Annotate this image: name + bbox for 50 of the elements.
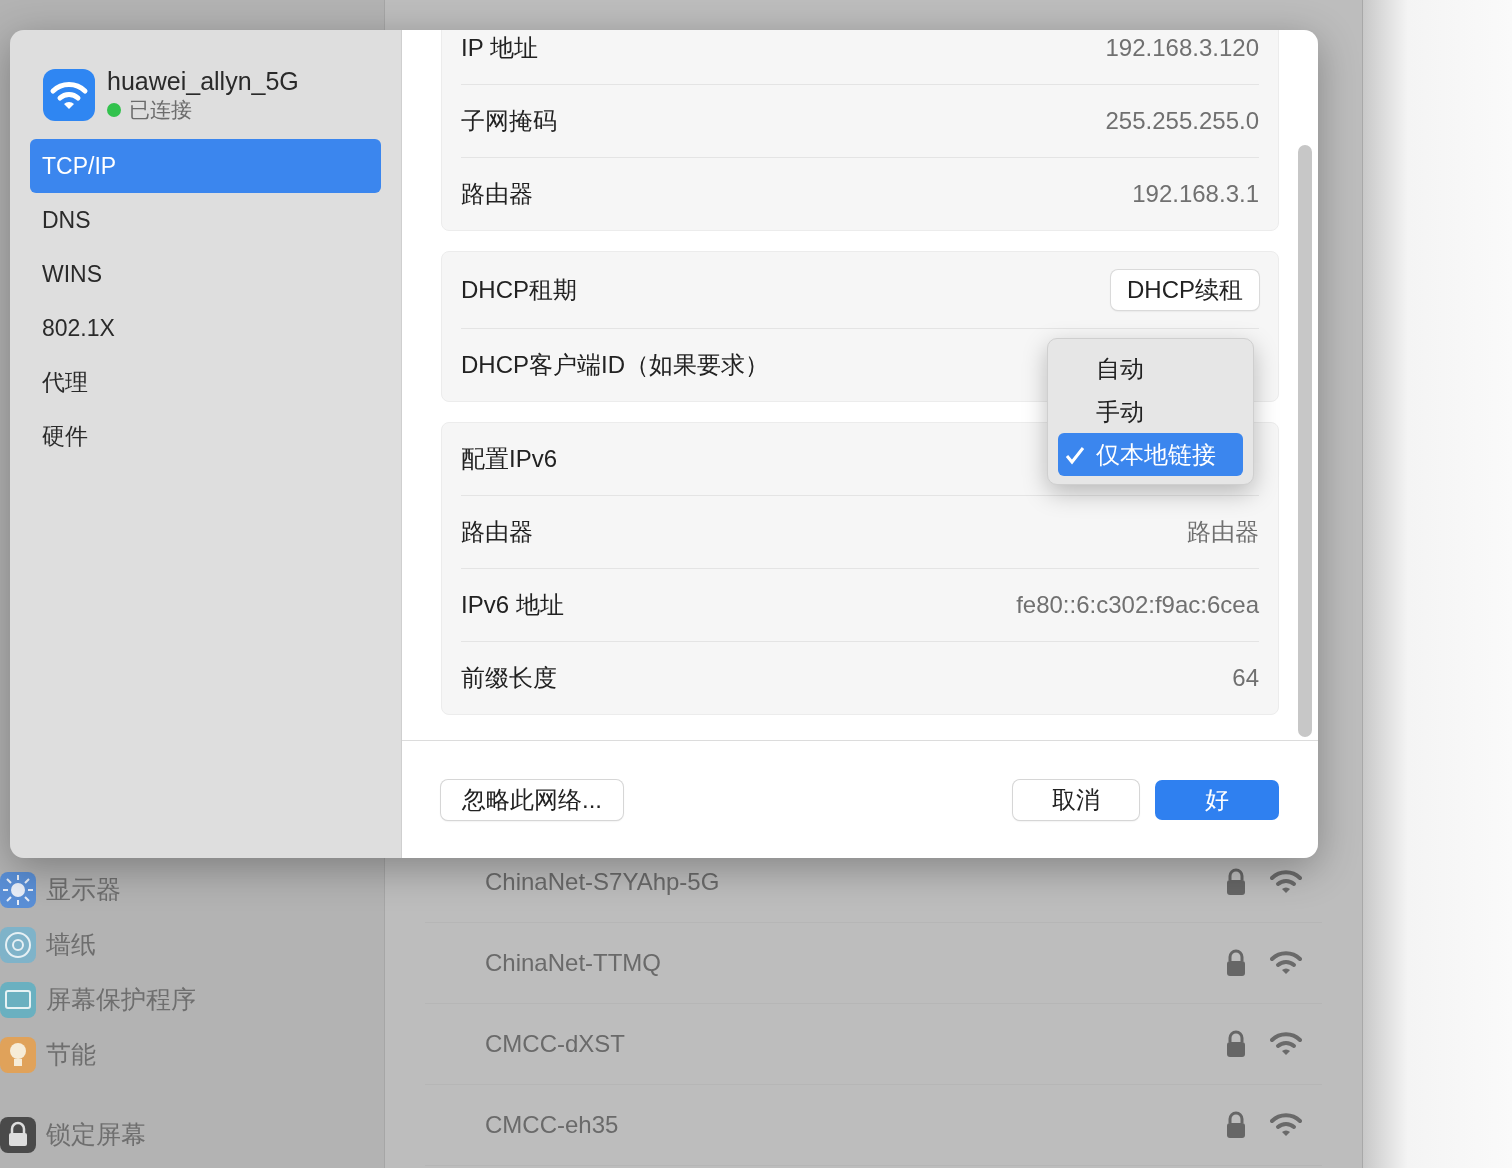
renew-dhcp-button[interactable]: DHCP续租 (1111, 270, 1259, 310)
sidebar-tab[interactable]: DNS (30, 193, 381, 247)
sidebar-item[interactable]: 显示器 (46, 873, 121, 906)
sidebar-item[interactable]: 屏幕保护程序 (46, 983, 196, 1016)
row-label: DHCP租期 (461, 275, 577, 305)
wifi-icon (1270, 950, 1302, 976)
settings-category-icon (0, 1116, 36, 1153)
menu-item[interactable]: 仅本地链接 (1058, 433, 1243, 476)
row-value: 192.168.3.1 (1132, 180, 1259, 208)
connection-status: 已连接 (129, 97, 192, 123)
row-value: 64 (1232, 664, 1259, 692)
row-label: 配置IPv6 (461, 444, 558, 474)
sidebar-tab[interactable]: TCP/IP (30, 139, 381, 193)
settings-category-icon (0, 871, 36, 908)
row-label: 子网掩码 (461, 106, 557, 136)
sidebar-item[interactable]: 节能 (46, 1038, 96, 1071)
row-label: 前缀长度 (461, 663, 557, 693)
menu-item[interactable]: 自动 (1058, 347, 1243, 390)
wifi-icon (1270, 869, 1302, 895)
row-label: 路由器 (461, 179, 533, 209)
row-value: 192.168.3.120 (1105, 34, 1259, 62)
scrollbar[interactable] (1298, 145, 1312, 737)
network-name[interactable]: CMCC-eh35 (485, 1111, 1226, 1139)
network-name[interactable]: ChinaNet-S7YAhp-5G (485, 868, 1226, 896)
settings-category-icon (0, 926, 36, 963)
wifi-icon (1270, 1031, 1302, 1057)
cancel-button[interactable]: 取消 (1013, 779, 1139, 820)
sidebar-tab[interactable]: 802.1X (30, 301, 381, 355)
forget-network-button[interactable]: 忽略此网络... (441, 779, 623, 820)
menu-item[interactable]: 手动 (1058, 390, 1243, 433)
network-name[interactable]: CMCC-dXST (485, 1030, 1226, 1058)
row-label: 路由器 (461, 517, 533, 547)
sidebar-tab[interactable]: 硬件 (30, 409, 381, 463)
settings-category-icon (0, 1036, 36, 1073)
row-label: IPv6 地址 (461, 590, 564, 620)
row-label: DHCP客户端ID（如果要求） (461, 350, 769, 380)
row-label: IP 地址 (461, 33, 538, 63)
row-value: 路由器 (1187, 517, 1259, 547)
sidebar-tab[interactable]: 代理 (30, 355, 381, 409)
network-name: huawei_allyn_5G (107, 66, 299, 96)
network-name[interactable]: ChinaNet-TTMQ (485, 949, 1226, 977)
ok-button[interactable]: 好 (1155, 779, 1279, 820)
row-value: fe80::6:c302:f9ac:6cea (1016, 591, 1259, 619)
sidebar-item[interactable]: 墙纸 (46, 928, 96, 961)
wifi-icon (43, 69, 95, 121)
sidebar-item[interactable]: 锁定屏幕 (46, 1118, 146, 1151)
row-value: 255.255.255.0 (1105, 107, 1259, 135)
wifi-icon (1270, 1112, 1302, 1138)
settings-category-icon (0, 981, 36, 1018)
sidebar-tab[interactable]: WINS (30, 247, 381, 301)
